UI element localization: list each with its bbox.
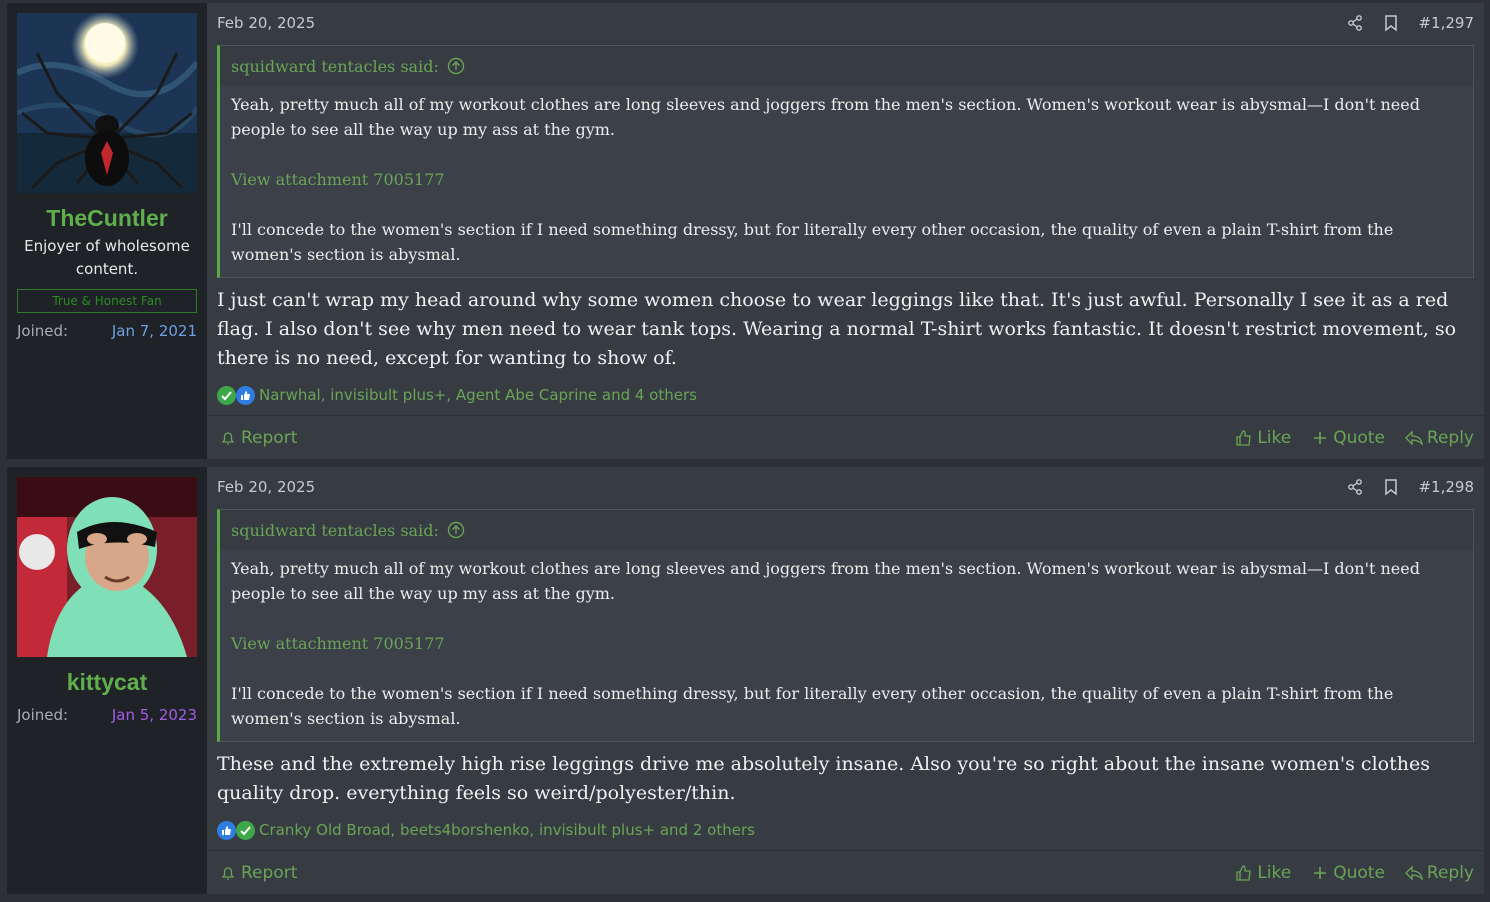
joined-info: Joined: Jan 7, 2021 (17, 321, 197, 341)
arrow-up-circle-icon[interactable] (447, 57, 465, 75)
reaction-icons (217, 820, 255, 840)
like-label: Like (1257, 427, 1292, 448)
reply-label: Reply (1426, 427, 1474, 448)
quote-paragraph: I'll concede to the women's section if I… (231, 684, 1394, 728)
report-label: Report (241, 862, 298, 883)
quote-label: Quote (1333, 427, 1385, 448)
post: kittycat Joined: Jan 5, 2023 Feb 20, 202… (7, 467, 1484, 894)
post-number[interactable]: #1,297 (1418, 14, 1474, 32)
reaction-icons (217, 385, 255, 405)
quote-author[interactable]: squidward tentacles said: (231, 57, 439, 76)
quote-button[interactable]: Quote (1311, 428, 1385, 448)
like-reaction-icon (236, 385, 255, 405)
reactions-bar[interactable]: Narwhal, invisibult plus+, Agent Abe Cap… (207, 383, 1484, 407)
reply-icon (1404, 429, 1423, 446)
like-button[interactable]: Like (1235, 428, 1291, 448)
like-reaction-icon (217, 820, 236, 840)
post-header: Feb 20, 2025 #1,297 (207, 3, 1484, 43)
thumbs-up-icon (1236, 864, 1252, 881)
quote-header[interactable]: squidward tentacles said: (220, 510, 1473, 550)
like-label: Like (1257, 862, 1292, 883)
report-button[interactable]: Report (219, 863, 297, 883)
user-title: Enjoyer of wholesome content. (24, 237, 190, 278)
bell-icon (221, 866, 235, 880)
arrow-up-circle-icon[interactable] (447, 521, 465, 539)
bell-icon (221, 431, 235, 445)
quote-block: squidward tentacles said: Yeah, pretty m… (217, 45, 1474, 278)
plus-icon (1314, 431, 1327, 444)
reply-button[interactable]: Reply (1404, 862, 1474, 883)
quote-block: squidward tentacles said: Yeah, pretty m… (217, 509, 1474, 742)
post: TheCuntler Enjoyer of wholesome content.… (7, 3, 1484, 459)
username[interactable]: kittycat (17, 667, 197, 697)
post-main: Feb 20, 2025 #1,298 squidward tentacles … (207, 467, 1484, 894)
quote-label: Quote (1333, 862, 1385, 883)
like-button[interactable]: Like (1235, 863, 1291, 883)
check-reaction-icon (236, 820, 255, 840)
quote-paragraph: I'll concede to the women's section if I… (231, 220, 1394, 264)
bookmark-icon[interactable] (1382, 14, 1400, 32)
joined-date: Jan 7, 2021 (111, 322, 197, 340)
post-body: I just can't wrap my head around why som… (217, 289, 1457, 369)
post-date[interactable]: Feb 20, 2025 (217, 14, 315, 32)
post-body: These and the extremely high rise leggin… (217, 753, 1430, 804)
quote-paragraph: Yeah, pretty much all of my workout clot… (231, 559, 1420, 603)
plus-icon (1314, 866, 1327, 879)
post-footer: Report Like Quote Reply (207, 850, 1484, 894)
reply-button[interactable]: Reply (1404, 427, 1474, 448)
bookmark-icon[interactable] (1382, 478, 1400, 496)
joined-date: Jan 5, 2023 (111, 706, 197, 724)
quote-author[interactable]: squidward tentacles said: (231, 521, 439, 540)
report-label: Report (241, 427, 298, 448)
quote-body: Yeah, pretty much all of my workout clot… (220, 550, 1473, 741)
check-reaction-icon (217, 385, 236, 405)
user-banner: True & Honest Fan (17, 289, 197, 313)
user-panel: kittycat Joined: Jan 5, 2023 (7, 467, 207, 894)
username[interactable]: TheCuntler (17, 203, 197, 233)
post-main: Feb 20, 2025 #1,297 squidward tentacles … (207, 3, 1484, 459)
attachment-link[interactable]: View attachment 7005177 (231, 631, 1462, 656)
quote-button[interactable]: Quote (1311, 863, 1385, 883)
share-icon[interactable] (1346, 14, 1364, 32)
post-footer: Report Like Quote Reply (207, 415, 1484, 459)
report-button[interactable]: Report (219, 428, 297, 448)
quote-paragraph: Yeah, pretty much all of my workout clot… (231, 95, 1420, 139)
reactions-list[interactable]: Narwhal, invisibult plus+, Agent Abe Cap… (259, 386, 697, 404)
joined-label: Joined: (17, 322, 69, 340)
post-number[interactable]: #1,298 (1418, 478, 1474, 496)
joined-label: Joined: (17, 706, 69, 724)
quote-body: Yeah, pretty much all of my workout clot… (220, 86, 1473, 277)
reply-label: Reply (1426, 862, 1474, 883)
avatar[interactable] (17, 13, 197, 193)
share-icon[interactable] (1346, 478, 1364, 496)
quote-header[interactable]: squidward tentacles said: (220, 46, 1473, 86)
attachment-link[interactable]: View attachment 7005177 (231, 167, 1462, 192)
avatar[interactable] (17, 477, 197, 657)
post-header: Feb 20, 2025 #1,298 (207, 467, 1484, 507)
reactions-bar[interactable]: Cranky Old Broad, beets4borshenko, invis… (207, 818, 1484, 842)
reply-icon (1404, 864, 1423, 881)
reactions-list[interactable]: Cranky Old Broad, beets4borshenko, invis… (259, 821, 755, 839)
joined-info: Joined: Jan 5, 2023 (17, 705, 197, 725)
post-date[interactable]: Feb 20, 2025 (217, 478, 315, 496)
user-panel: TheCuntler Enjoyer of wholesome content.… (7, 3, 207, 459)
thumbs-up-icon (1236, 429, 1252, 446)
